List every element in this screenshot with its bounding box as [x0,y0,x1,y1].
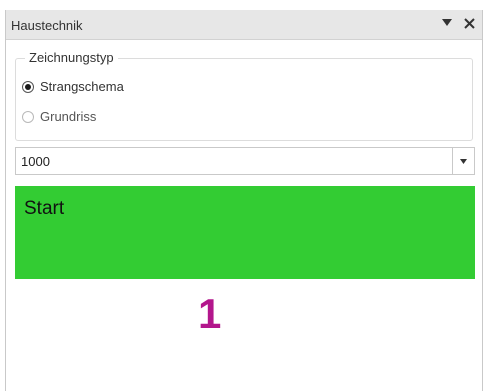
scale-select[interactable]: 1000 [15,147,475,175]
scale-select-value: 1000 [21,154,50,169]
triangle-down-icon[interactable] [440,15,454,31]
haustechnik-panel: Haustechnik Zeichnungstyp Strangschema G… [5,10,483,391]
radio-label-grundriss: Grundriss [40,109,97,124]
close-icon[interactable] [462,15,476,31]
panel-titlebar: Haustechnik [6,10,482,40]
start-button[interactable]: Start [15,186,475,279]
radio-label-strangschema: Strangschema [40,79,124,94]
chevron-down-icon[interactable] [452,148,474,174]
drawing-type-group: Zeichnungstyp Strangschema Grundriss [15,50,473,141]
radio-strangschema[interactable]: Strangschema [22,79,124,94]
panel-title: Haustechnik [11,18,83,33]
drawing-type-legend: Zeichnungstyp [25,50,118,65]
radio-grundriss[interactable]: Grundriss [22,109,96,124]
radio-button-checked[interactable] [22,80,34,93]
title-controls [440,15,476,31]
radio-button-unchecked[interactable] [22,110,34,123]
start-button-label: Start [24,198,65,219]
annotation-number: 1 [198,290,222,337]
